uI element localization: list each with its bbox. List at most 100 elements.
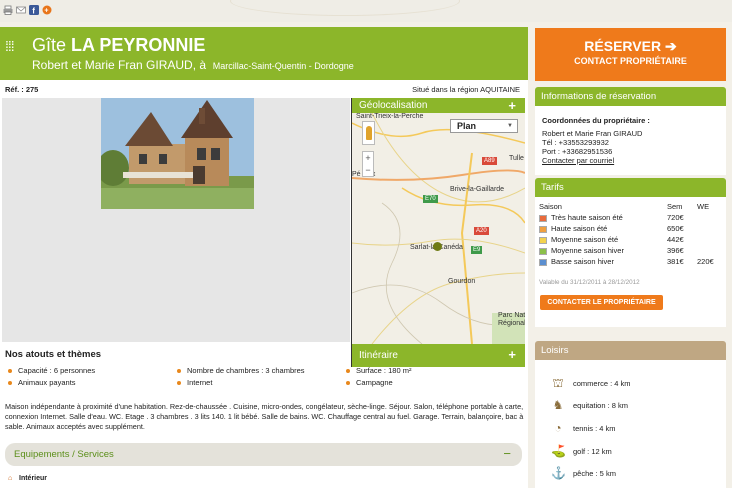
itinerary-expand-icon[interactable]: +	[508, 347, 516, 362]
gites-logo-icon: ⁞⁞⁞	[5, 38, 15, 54]
chevron-down-icon: ▼	[507, 123, 513, 129]
map-label-parc: Parc Nat Régional	[498, 312, 525, 327]
reference-line: Réf. : 275 Situé dans la région AQUITAIN…	[5, 85, 520, 97]
contact-owner-label: CONTACT PROPRIÉTAIRE	[574, 56, 687, 66]
tarif-season-label: Haute saison été	[551, 224, 608, 233]
reserve-label: RÉSERVER ➔	[584, 38, 677, 54]
email-icon[interactable]	[16, 5, 26, 15]
geolocation-expand-icon[interactable]: +	[508, 98, 516, 113]
road-a89: A89	[482, 157, 497, 165]
photo-area	[2, 98, 350, 342]
owner-contact-title: Coordonnées du propriétaire :	[542, 116, 650, 125]
listing-panel: ⁞⁞⁞ Gîte LA PEYRONNIE Robert et Marie Fr…	[0, 27, 528, 488]
home-icon: ⌂	[8, 475, 13, 482]
listing-header: ⁞⁞⁞ Gîte LA PEYRONNIE Robert et Marie Fr…	[0, 27, 528, 80]
bullet-icon	[346, 369, 350, 374]
tarifs-head-row: Saison Sem WE	[539, 201, 719, 212]
equipements-header[interactable]: Equipements / Services −	[5, 443, 522, 466]
reserve-button[interactable]: RÉSERVER ➔ CONTACT PROPRIÉTAIRE	[535, 28, 726, 81]
map-label-brive: Brive-la-Gaillarde	[450, 186, 505, 193]
loisir-label: tennis : 4 km	[573, 424, 616, 433]
print-icon[interactable]	[3, 5, 13, 15]
owner-name: Robert et Marie Fran GIRAUD, à	[32, 58, 207, 72]
shop-icon: ⛫	[552, 376, 564, 390]
map-background	[352, 113, 525, 344]
map-label-gourdon: Gourdon	[448, 278, 476, 285]
atout-text: Campagne	[356, 378, 393, 387]
tarif-season: Moyenne saison hiver	[539, 245, 667, 256]
itinerary-title: Itinéraire	[359, 350, 398, 361]
bullet-icon	[346, 381, 350, 386]
tarifs-validity: Valable du 31/12/2011 à 28/12/2012	[539, 279, 640, 286]
loisir-label: equitation : 8 km	[573, 401, 629, 410]
bullet-icon	[177, 381, 181, 386]
bullet-icon	[8, 369, 12, 374]
contact-owner-button[interactable]: CONTACTER LE PROPRIÉTAIRE	[540, 295, 663, 310]
atout-text: Surface : 180 m²	[356, 366, 412, 375]
google-plus-icon[interactable]: +	[42, 5, 52, 15]
equipements-collapse-icon[interactable]: −	[503, 446, 511, 461]
atout-item: Internet	[177, 378, 212, 387]
itinerary-header[interactable]: Itinéraire +	[352, 344, 525, 367]
interieur-heading: ⌂ Intérieur	[8, 475, 47, 483]
street-view-pegman-icon[interactable]	[362, 121, 375, 145]
col-we: WE	[697, 202, 710, 211]
tarif-weekend-price: 220€	[697, 257, 714, 266]
reference-number: Réf. : 275	[5, 85, 39, 94]
svg-text:+: +	[44, 8, 48, 15]
zoom-in-button[interactable]: +	[363, 152, 373, 164]
location-pin-icon[interactable]	[433, 242, 442, 251]
atouts-title: Nos atouts et thèmes	[5, 349, 102, 360]
tarif-row: Moyenne saison hiver 396€	[539, 245, 719, 256]
loisir-label: commerce : 4 km	[573, 379, 631, 388]
tarif-row: Très haute saison été 720€	[539, 212, 719, 223]
tarif-weekend-price	[697, 223, 719, 234]
map-type-select[interactable]: Plan ▼	[450, 119, 518, 133]
contact-email-link[interactable]: Contacter par courriel	[542, 156, 614, 165]
tarif-week-price: 720€	[667, 213, 684, 222]
owner-contact: Coordonnées du propriétaire : Robert et …	[542, 116, 726, 165]
calendar-icon	[539, 214, 547, 222]
calendar-icon	[539, 236, 547, 244]
house-photo[interactable]	[101, 98, 254, 209]
tennis-icon: ◔	[554, 421, 562, 435]
road-e9: E9	[471, 246, 483, 254]
owner-line: Robert et Marie Fran GIRAUD, à Marcillac…	[32, 58, 354, 72]
equipements-title: Equipements / Services	[14, 449, 114, 460]
tarif-weekend-price	[697, 234, 719, 245]
loisir-label: pêche : 5 km	[573, 469, 616, 478]
title-name: LA PEYRONNIE	[71, 35, 206, 55]
loisirs-box: ⛫ commerce : 4 km ♞ equitation : 8 km ◔ ten…	[535, 360, 726, 488]
facebook-icon[interactable]: f	[29, 5, 39, 15]
svg-text:f: f	[32, 7, 35, 15]
loisirs-title: Loisirs	[541, 345, 569, 356]
tarif-weekend-price	[697, 245, 719, 256]
bullet-icon	[177, 369, 181, 374]
atout-text: Animaux payants	[18, 378, 76, 387]
tarif-week-price: 650€	[667, 224, 684, 233]
zoom-out-button[interactable]: −	[363, 164, 373, 176]
map[interactable]: Saint-Trieix-la-Perche Pé ieux Tulle Bri…	[352, 113, 525, 344]
calendar-icon	[539, 247, 547, 255]
atout-item: Surface : 180 m²	[346, 366, 411, 375]
geolocation-header[interactable]: Géolocalisation +	[352, 98, 525, 113]
tarif-week-price: 396€	[667, 246, 684, 255]
page-title: Gîte LA PEYRONNIE	[32, 35, 205, 56]
atout-text: Nombre de chambres : 3 chambres	[187, 366, 305, 375]
fishing-icon: ⚓	[551, 466, 566, 480]
atout-item: Nombre de chambres : 3 chambres	[177, 366, 305, 375]
atout-item: Campagne	[346, 378, 393, 387]
tarif-season: Haute saison été	[539, 223, 667, 234]
interieur-label: Intérieur	[19, 475, 48, 482]
top-toolbar: f +	[0, 0, 732, 22]
decorative-swirl	[230, 0, 460, 16]
tarifs-table: Saison Sem WE Très haute saison été 720€…	[539, 201, 719, 267]
tarif-week-price: 442€	[667, 235, 684, 244]
col-sem: Sem	[667, 202, 683, 211]
golf-icon: ⛳	[551, 444, 566, 458]
reservation-info-box: Coordonnées du propriétaire : Robert et …	[535, 106, 726, 175]
bullet-icon	[8, 381, 12, 386]
owner-location: Marcillac-Saint-Quentin - Dordogne	[212, 61, 354, 71]
tarif-season-label: Moyenne saison été	[551, 235, 619, 244]
tarifs-box: Saison Sem WE Très haute saison été 720€…	[535, 197, 726, 327]
